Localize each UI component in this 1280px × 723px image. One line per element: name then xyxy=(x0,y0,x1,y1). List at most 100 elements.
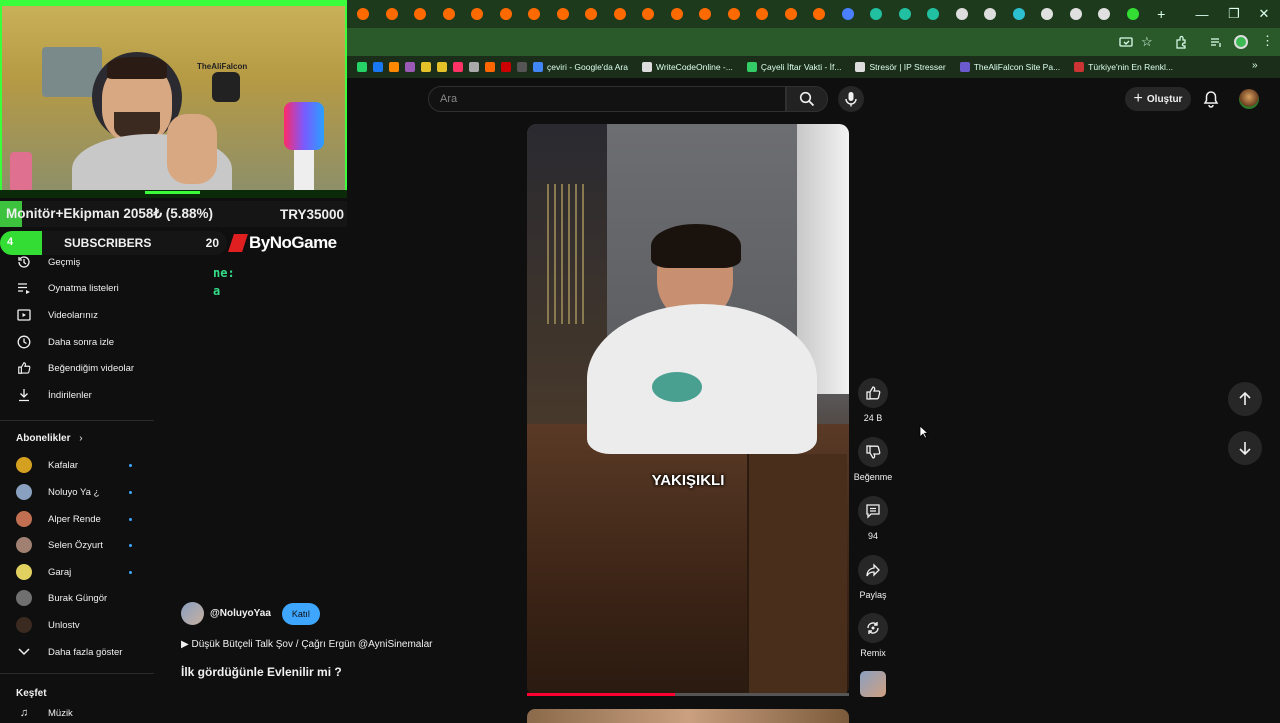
browser-tab[interactable] xyxy=(805,0,834,28)
dislike-circle[interactable] xyxy=(858,437,888,467)
browser-menu-icon[interactable]: ⋮ xyxy=(1261,33,1274,49)
show-more-button[interactable]: Daha fazla göster xyxy=(16,642,122,662)
new-content-dot xyxy=(129,518,132,521)
channel-handle[interactable]: @NoluyoYaa xyxy=(210,608,271,619)
sidebar-item-playlist[interactable]: Oynatma listeleri xyxy=(16,278,119,298)
search-input[interactable]: Ara xyxy=(428,86,786,112)
sidebar-item-watch-later[interactable]: Daha sonra izle xyxy=(16,332,114,352)
bookmark-item[interactable] xyxy=(357,62,367,72)
browser-tab[interactable] xyxy=(1062,0,1091,28)
bookmark-item[interactable]: Stresör | IP Stresser xyxy=(855,62,946,72)
video-progress-bar[interactable] xyxy=(527,693,849,696)
media-controls-icon[interactable] xyxy=(1209,35,1223,49)
remix-circle[interactable] xyxy=(858,613,888,643)
bookmark-item[interactable]: TheAliFalcon Site Pa... xyxy=(959,62,1060,72)
browser-tab[interactable] xyxy=(435,0,464,28)
browser-tab[interactable] xyxy=(634,0,663,28)
comments-button[interactable]: 94 xyxy=(858,496,888,541)
bookmark-item[interactable] xyxy=(485,62,495,72)
browser-tab[interactable] xyxy=(777,0,806,28)
browser-tab[interactable] xyxy=(549,0,578,28)
browser-tab[interactable] xyxy=(919,0,948,28)
browser-tab[interactable] xyxy=(1119,0,1148,28)
notifications-button[interactable] xyxy=(1201,89,1221,109)
extensions-icon[interactable] xyxy=(1174,35,1188,49)
search-button[interactable] xyxy=(786,86,828,112)
subscription-item[interactable]: Burak Güngör xyxy=(16,588,107,608)
browser-tab[interactable] xyxy=(378,0,407,28)
subscription-item[interactable]: Alper Rende xyxy=(16,509,101,529)
bookmark-item[interactable] xyxy=(421,62,431,72)
next-short-preview[interactable] xyxy=(527,709,849,723)
voice-search-button[interactable] xyxy=(838,86,864,112)
bookmark-item[interactable] xyxy=(373,62,383,72)
restore-button[interactable]: ❐ xyxy=(1224,4,1244,24)
bookmark-item[interactable] xyxy=(517,62,527,72)
new-tab-button[interactable]: + xyxy=(1147,0,1176,28)
browser-tab[interactable] xyxy=(1005,0,1034,28)
subscription-item[interactable]: Selen Özyurt xyxy=(16,535,103,555)
browser-tab[interactable] xyxy=(606,0,635,28)
profile-icon[interactable] xyxy=(1234,35,1248,49)
bookmark-item[interactable] xyxy=(389,62,399,72)
subscription-item[interactable]: Kafalar xyxy=(16,455,78,475)
share-button[interactable]: Paylaş xyxy=(858,555,888,600)
bookmark-item[interactable] xyxy=(501,62,511,72)
close-window-button[interactable]: ✕ xyxy=(1254,4,1274,24)
bookmark-item[interactable] xyxy=(405,62,415,72)
bookmark-item[interactable]: WriteCodeOnline -... xyxy=(642,62,733,72)
subscriptions-header[interactable]: Abonelikler › xyxy=(16,433,83,444)
bookmark-item[interactable] xyxy=(437,62,447,72)
like-button[interactable]: 24 B xyxy=(858,378,888,423)
browser-tab[interactable] xyxy=(463,0,492,28)
browser-tab[interactable] xyxy=(663,0,692,28)
sidebar-item-thumbs-up[interactable]: Beğendiğim videolar xyxy=(16,358,134,378)
bookmark-item[interactable] xyxy=(453,62,463,72)
browser-tab[interactable] xyxy=(834,0,863,28)
like-circle[interactable] xyxy=(858,378,888,408)
sidebar-item-download[interactable]: İndirilenler xyxy=(16,385,92,405)
remix-button[interactable]: Remix xyxy=(858,613,888,658)
browser-tab[interactable] xyxy=(1033,0,1062,28)
browser-tab[interactable] xyxy=(891,0,920,28)
bookmark-star-icon[interactable]: ☆ xyxy=(1141,34,1153,50)
browser-tab[interactable] xyxy=(862,0,891,28)
browser-tab[interactable] xyxy=(577,0,606,28)
sound-thumbnail[interactable] xyxy=(860,671,886,697)
browser-tab[interactable] xyxy=(720,0,749,28)
browser-tab[interactable] xyxy=(948,0,977,28)
video-desk-side xyxy=(747,454,847,696)
browser-tab[interactable] xyxy=(691,0,720,28)
subscription-item[interactable]: Unlostv xyxy=(16,615,80,635)
share-circle[interactable] xyxy=(858,555,888,585)
channel-avatar[interactable] xyxy=(181,602,204,625)
short-video-player[interactable] xyxy=(527,124,849,696)
bookmark-item[interactable]: çeviri - Google'da Ara xyxy=(533,62,628,72)
join-button[interactable]: Katıl xyxy=(281,602,320,625)
browser-tab[interactable] xyxy=(748,0,777,28)
browser-tab[interactable] xyxy=(1090,0,1119,28)
previous-short-button[interactable] xyxy=(1228,382,1262,416)
comments-circle[interactable] xyxy=(858,496,888,526)
account-avatar[interactable] xyxy=(1239,89,1259,109)
subscription-item[interactable]: Garaj xyxy=(16,562,71,582)
sidebar-item-music[interactable]: ♫ Müzik xyxy=(16,706,73,720)
browser-tab[interactable] xyxy=(976,0,1005,28)
sidebar-item-history[interactable]: Geçmiş xyxy=(16,252,80,272)
subscription-item[interactable]: Noluyo Ya ¿ xyxy=(16,482,99,502)
browser-tab[interactable] xyxy=(349,0,378,28)
bookmark-item[interactable]: Türkiye'nin En Renkl... xyxy=(1074,62,1173,72)
bookmark-item[interactable]: Çayeli İftar Vakti - İf... xyxy=(746,62,841,72)
bookmark-item[interactable] xyxy=(469,62,479,72)
dislike-button[interactable]: Beğenme xyxy=(854,437,892,482)
browser-tab[interactable] xyxy=(492,0,521,28)
sidebar-item-your-videos[interactable]: Videolarınız xyxy=(16,305,98,325)
more-bookmarks-icon[interactable]: » xyxy=(1252,60,1258,71)
next-short-button[interactable] xyxy=(1228,431,1262,465)
browser-tab[interactable] xyxy=(406,0,435,28)
browser-tab[interactable] xyxy=(520,0,549,28)
minimize-button[interactable]: — xyxy=(1192,4,1212,24)
create-button[interactable]: + Oluştur xyxy=(1125,87,1191,111)
cast-icon[interactable] xyxy=(1119,35,1133,49)
music-link[interactable]: ▶ Düşük Bütçeli Talk Şov / Çağrı Ergün @… xyxy=(181,639,432,650)
